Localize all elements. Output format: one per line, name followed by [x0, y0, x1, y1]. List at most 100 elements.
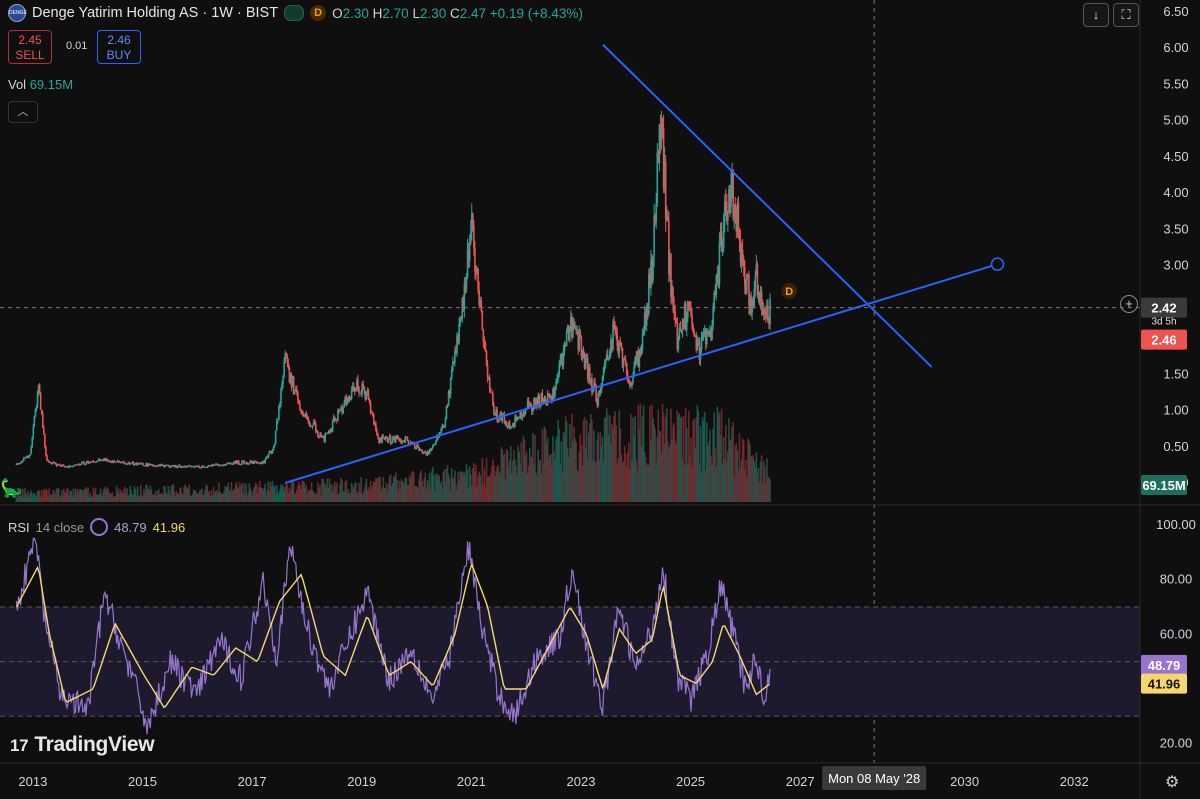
add-alert-icon[interactable]: + — [1120, 295, 1138, 313]
time-tick-label: 2019 — [347, 774, 376, 789]
candle-body — [565, 331, 568, 347]
candle-body — [113, 460, 116, 462]
volume-label: Vol — [8, 77, 27, 92]
candle-body — [624, 359, 627, 363]
rsi-value-tag-text: 48.79 — [1148, 658, 1181, 673]
candle-body — [44, 434, 46, 447]
ask-price-tag: 2.46 — [1141, 329, 1187, 350]
volume-value: 69.15M — [29, 77, 74, 92]
dividend-marker: D — [781, 282, 798, 299]
time-tick-label: 2013 — [18, 774, 47, 789]
rsi-tick-label: 60.00 — [1160, 626, 1193, 641]
sell-button[interactable]: 2.45 SELL — [8, 30, 52, 64]
trendline-handle — [990, 257, 1005, 271]
candle-body — [633, 366, 635, 376]
interval: 1W — [211, 5, 233, 21]
candle-body — [521, 416, 524, 419]
price-change: +0.19 (+8.43%) — [489, 5, 583, 21]
candle-body — [488, 377, 491, 389]
candle-body — [29, 453, 31, 456]
chart-canvas[interactable]: D 6.50 6.00 5.50 5.00 4.50 4.00 3.50 3.00 1.50 1.… — [0, 0, 1200, 799]
buy-price: 2.46 — [107, 33, 131, 47]
candle-body — [404, 437, 407, 443]
candle-body — [350, 390, 353, 399]
collapse-legend-button[interactable]: ︿ — [8, 101, 38, 123]
candle-body — [358, 387, 360, 393]
price-tick-label: 1.00 — [1163, 403, 1188, 418]
candle-body — [43, 427, 45, 435]
rsi-tick-label: 20.00 — [1160, 736, 1193, 751]
candle-body — [480, 299, 483, 311]
sell-price: 2.45 — [18, 33, 42, 47]
buy-button[interactable]: 2.46 BUY — [97, 30, 141, 64]
candle-body — [769, 298, 771, 324]
price-tick-label: 6.00 — [1163, 40, 1188, 55]
time-tick-label: 2021 — [457, 774, 486, 789]
candle-body — [51, 463, 54, 465]
rsi-ma-legend-value: 41.96 — [152, 519, 186, 535]
rsi-tick-label: 100.00 — [1156, 517, 1196, 532]
candle-body — [468, 243, 471, 262]
candle-body — [718, 243, 721, 285]
rsi-legend: RSI 14 close 48.79 41.96 — [8, 518, 185, 536]
price-tick-label: 4.00 — [1163, 185, 1188, 200]
price-tick-label: 0.50 — [1163, 439, 1188, 454]
gear-icon[interactable]: ⚙ — [1165, 772, 1179, 792]
company-logo: DENGE — [8, 4, 27, 22]
candle-body — [39, 393, 42, 410]
indicator-settings-icon[interactable] — [90, 518, 109, 536]
rsi-tick-label: 80.00 — [1160, 572, 1193, 587]
candle-body — [604, 360, 607, 364]
price-tick-label: 6.50 — [1163, 4, 1188, 19]
candle-body — [32, 426, 35, 438]
fullscreen-icon[interactable]: ⛶ — [1113, 3, 1139, 27]
exchange: BIST — [245, 5, 279, 21]
dividend-badge[interactable]: D — [310, 5, 327, 21]
tradingview-logo[interactable]: 17 TradingView — [10, 733, 155, 757]
volume-tag: 69.15M — [1141, 475, 1187, 495]
spread-value: 0.01 — [66, 40, 88, 52]
candle-body — [331, 419, 334, 432]
candle-body — [83, 462, 85, 465]
symbol-title[interactable]: Denge Yatirim Holding AS · 1W · BIST — [32, 5, 278, 21]
sell-label: SELL — [15, 48, 45, 62]
ohlc-values: O2.30 H2.70 L2.30 C2.47 +0.19 (+8.43%) — [332, 5, 583, 21]
rsi-value-tag: 48.79 — [1141, 654, 1187, 675]
time-tick-label: 2025 — [676, 774, 705, 789]
time-tick-label: 2027 — [786, 774, 815, 789]
candle-body — [417, 445, 419, 447]
tradingview-mark-icon: 17 — [10, 736, 29, 755]
candle-body — [142, 463, 144, 466]
candle-body — [382, 435, 385, 438]
dividend-marker-label: D — [785, 286, 793, 298]
crosshair-price-tag: 2.42 — [1141, 297, 1187, 318]
symbol-name: Denge Yatirim Holding AS — [32, 5, 199, 21]
candle-body — [677, 339, 680, 350]
rsi-pane[interactable] — [0, 537, 1140, 735]
candle-body — [486, 365, 489, 379]
candle-body — [754, 276, 757, 289]
time-tick-label: 2023 — [567, 774, 596, 789]
candle-body — [271, 450, 274, 454]
volume-legend: Vol 69.15M — [8, 77, 73, 92]
price-tick-label: 3.50 — [1163, 221, 1188, 236]
dinosaur-icon[interactable]: 🦕 — [0, 478, 22, 499]
candle-body — [33, 416, 36, 427]
time-tick-label: 2017 — [238, 774, 267, 789]
buy-label: BUY — [106, 48, 132, 62]
candle-body — [293, 391, 296, 395]
arrow-down-icon[interactable]: ↓ — [1083, 3, 1109, 27]
candle-body — [444, 418, 447, 427]
rsi-params: 14 close — [35, 519, 85, 535]
price-tick-label: 5.50 — [1163, 76, 1188, 91]
candle-body — [324, 433, 327, 442]
price-tick-label: 1.50 — [1163, 366, 1188, 381]
candle-body — [401, 441, 404, 444]
time-tick-label: 2032 — [1060, 774, 1089, 789]
rsi-label: RSI — [8, 519, 30, 535]
crosshair-price-tag-text: 2.42 — [1151, 301, 1176, 316]
candle-body — [481, 310, 484, 330]
rsi-ma-tag-text: 41.96 — [1148, 677, 1181, 692]
candle-body — [274, 430, 277, 444]
market-status-icon[interactable] — [284, 5, 305, 21]
